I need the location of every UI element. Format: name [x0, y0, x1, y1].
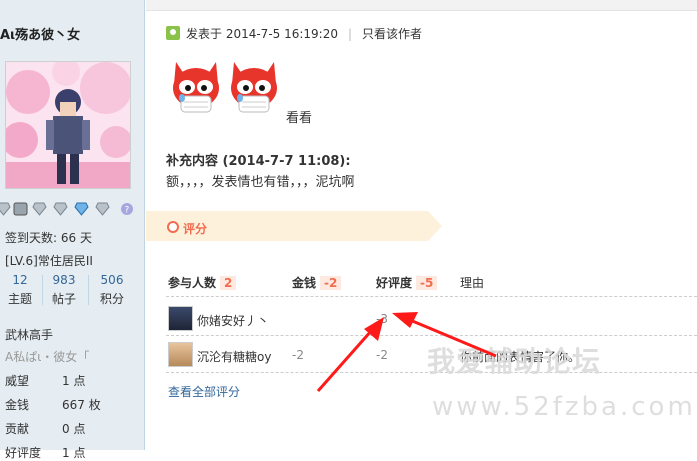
arrow-annotation: [316, 317, 384, 392]
stat-credits[interactable]: 506 积分: [92, 273, 132, 307]
user-sidebar: Aι殇あ彼丶女 ? 签到天数: 66 天 [LV.6]常住居民II 12 主题 …: [0, 0, 145, 460]
header-label: 好评度: [376, 276, 413, 290]
username[interactable]: Aι殇あ彼丶女: [0, 24, 80, 43]
signin-days: 签到天数: 66 天: [5, 231, 92, 245]
post-meta: 发表于 2014-7-5 16:19:20 | 只看该作者: [166, 25, 422, 41]
medal-icon[interactable]: [95, 202, 110, 216]
field-value: 1 点: [62, 374, 86, 388]
rating-reputation: -3: [376, 312, 388, 326]
stat-number: 12: [12, 273, 28, 287]
avatar[interactable]: [5, 61, 131, 189]
post-text: 看看: [286, 111, 313, 126]
rating-reputation: -2: [376, 348, 388, 362]
supplement-title: 补充内容 (2014-7-7 11:08):: [166, 154, 351, 169]
divider: [88, 275, 89, 305]
fox-emoticon: [173, 62, 219, 113]
custom-title: A私ぱι・彼女「: [5, 350, 90, 364]
user-level[interactable]: [LV.6]常住居民II: [5, 252, 93, 269]
field-value: 667 枚: [62, 398, 101, 412]
top-strip: [146, 0, 697, 10]
rater-name-link[interactable]: 你媎安好丿丶: [197, 312, 269, 329]
rate-circle-icon: [167, 221, 179, 233]
view-all-ratings-link[interactable]: 查看全部评分: [168, 383, 240, 400]
header-reputation: 好评度 -5: [376, 274, 438, 291]
divider: [42, 275, 43, 305]
header-money: 金钱 -2: [292, 274, 342, 291]
header-label: 金钱: [292, 276, 317, 290]
watermark: 我爱辅助论坛 www.52fzba.com: [427, 340, 697, 422]
field-label: 贡献: [5, 422, 30, 436]
watermark-title: 我爱辅助论坛: [427, 345, 602, 378]
rater-name-link[interactable]: 沉沦有糖糖oy: [197, 348, 271, 365]
emoticons: [170, 58, 282, 125]
stat-number: 506: [100, 273, 124, 287]
header-count: -2: [320, 276, 342, 290]
field-label: 金钱: [5, 398, 30, 412]
supplement-body: 额，，，，发表情也有错，，，泥坑啊: [166, 175, 355, 190]
row-divider: [166, 296, 697, 297]
medal-icon[interactable]: [0, 202, 11, 216]
fox-emoticon: [231, 62, 277, 113]
header-count: 2: [220, 276, 237, 290]
row-divider: [166, 335, 697, 336]
header-label: 参与人数: [168, 276, 217, 290]
help-icon[interactable]: ?: [120, 202, 135, 216]
medal-icon[interactable]: [13, 202, 28, 216]
medal-row: ?: [0, 202, 140, 218]
medal-icon[interactable]: [53, 202, 68, 216]
field-label: 好评度: [5, 446, 42, 460]
user-rank-title: 武林高手: [5, 328, 54, 342]
separator: |: [348, 27, 353, 41]
divider: [146, 10, 697, 11]
field-value: 0 点: [62, 422, 86, 436]
watermark-url: www.52fzba.com: [432, 392, 696, 422]
rating-tab-label: 评分: [183, 222, 208, 236]
header-count: -5: [416, 276, 438, 290]
only-author-link[interactable]: 只看该作者: [362, 27, 422, 41]
medal-icon[interactable]: [74, 202, 89, 216]
avatar[interactable]: [168, 306, 193, 331]
field-value: 1 点: [62, 446, 86, 460]
rating-money: -2: [292, 348, 304, 362]
avatar[interactable]: [168, 342, 193, 367]
stat-posts[interactable]: 983 帖子: [44, 273, 84, 307]
header-participants: 参与人数 2: [168, 274, 237, 291]
svg-text:?: ?: [125, 206, 130, 216]
stat-label: 帖子: [51, 292, 76, 306]
stat-label: 积分: [99, 292, 124, 306]
online-icon: [166, 26, 180, 40]
stat-topics[interactable]: 12 主题: [0, 273, 40, 307]
stat-label: 主题: [7, 292, 32, 306]
medal-icon[interactable]: [32, 202, 47, 216]
header-reason: 理由: [460, 276, 485, 290]
post-time: 发表于 2014-7-5 16:19:20: [186, 27, 338, 41]
stat-number: 983: [52, 273, 76, 287]
field-label: 威望: [5, 374, 30, 388]
